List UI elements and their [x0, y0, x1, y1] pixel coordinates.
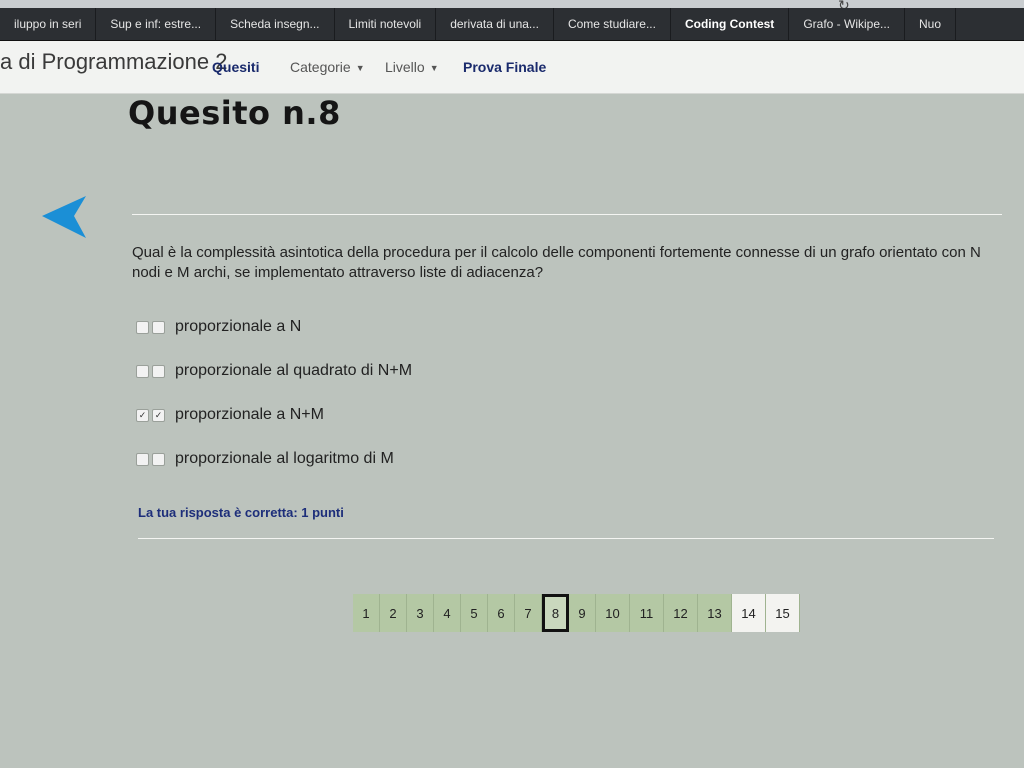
caret-down-icon: ▼	[429, 63, 439, 74]
pagination: 1 2 3 4 5 6 7 8 9 10 11 12 13 14 15	[353, 594, 800, 632]
back-arrow-icon[interactable]	[40, 194, 88, 240]
bookmark-item[interactable]: derivata di una...	[436, 8, 554, 40]
divider	[138, 538, 994, 539]
page-button[interactable]: 11	[630, 594, 664, 632]
bookmark-item[interactable]: Scheda insegn...	[216, 8, 335, 40]
site-navbar: a di Programmazione 2 Quesiti Categorie ▼…	[0, 41, 1024, 94]
page-button[interactable]: 4	[434, 594, 461, 632]
page-button[interactable]: 14	[732, 594, 766, 632]
page-button[interactable]: 15	[766, 594, 800, 632]
bookmark-item[interactable]: Come studiare...	[554, 8, 671, 40]
answer-option-selected[interactable]: ✓ ✓ proporzionale a N+M	[136, 406, 324, 424]
bookmark-item[interactable]: Grafo - Wikipe...	[789, 8, 905, 40]
checkbox-pair[interactable]: ✓ ✓	[136, 408, 165, 422]
answer-option[interactable]: proporzionale a N	[136, 318, 301, 336]
page-button[interactable]: 1	[353, 594, 380, 632]
page-button[interactable]: 2	[380, 594, 407, 632]
bookmarks-bar: iluppo in seri Sup e inf: estre... Sched…	[0, 8, 1024, 41]
answer-label: proporzionale a N	[175, 318, 302, 335]
answer-label: proporzionale al logaritmo di M	[175, 450, 394, 467]
checkbox-icon	[136, 452, 149, 466]
bookmark-item[interactable]: Sup e inf: estre...	[96, 8, 217, 40]
page-title: Quesito n.8	[128, 94, 341, 132]
nav-livello-dropdown[interactable]: Livello ▼	[385, 59, 439, 75]
page-button[interactable]: 10	[596, 594, 630, 632]
page-button[interactable]: 6	[488, 594, 515, 632]
checkbox-pair[interactable]	[136, 452, 165, 466]
nav-quesiti[interactable]: Quesiti	[212, 59, 259, 75]
nav-categorie-label: Categorie	[290, 59, 351, 75]
checkbox-pair[interactable]	[136, 364, 165, 378]
bookmark-item[interactable]: Nuo	[905, 8, 957, 40]
answer-option[interactable]: proporzionale al quadrato di N+M	[136, 362, 412, 380]
page-button[interactable]: 5	[461, 594, 488, 632]
nav-prova-finale[interactable]: Prova Finale	[463, 59, 546, 75]
checkmark-icon: ✓	[152, 408, 165, 422]
page-button[interactable]: 9	[569, 594, 596, 632]
site-title[interactable]: a di Programmazione 2	[0, 49, 227, 75]
browser-top-bar: ↻	[0, 0, 1024, 12]
question-text: Qual è la complessità asintotica della p…	[132, 244, 981, 281]
checkbox-icon	[136, 320, 149, 334]
checkbox-icon	[152, 452, 165, 466]
nav-livello-label: Livello	[385, 59, 425, 75]
bookmark-item[interactable]: iluppo in seri	[0, 8, 97, 40]
bookmark-item-active[interactable]: Coding Contest	[671, 8, 790, 40]
checkbox-icon	[136, 364, 149, 378]
caret-down-icon: ▼	[355, 63, 365, 74]
page-button[interactable]: 7	[515, 594, 542, 632]
feedback-message: La tua risposta è corretta: 1 punti	[138, 505, 344, 520]
checkbox-icon	[152, 364, 165, 378]
checkbox-icon	[152, 320, 165, 334]
checkmark-icon: ✓	[136, 408, 149, 422]
checkbox-pair[interactable]	[136, 320, 165, 334]
bookmark-item[interactable]: Limiti notevoli	[335, 8, 437, 40]
answer-option[interactable]: proporzionale al logaritmo di M	[136, 450, 394, 468]
page-button[interactable]: 13	[698, 594, 732, 632]
answer-label: proporzionale al quadrato di N+M	[175, 362, 413, 379]
page-button[interactable]: 12	[664, 594, 698, 632]
page-button[interactable]: 3	[407, 594, 434, 632]
nav-categorie-dropdown[interactable]: Categorie ▼	[290, 59, 365, 75]
page-button-current[interactable]: 8	[542, 594, 569, 632]
divider	[132, 214, 1002, 215]
answer-label: proporzionale a N+M	[175, 406, 324, 423]
